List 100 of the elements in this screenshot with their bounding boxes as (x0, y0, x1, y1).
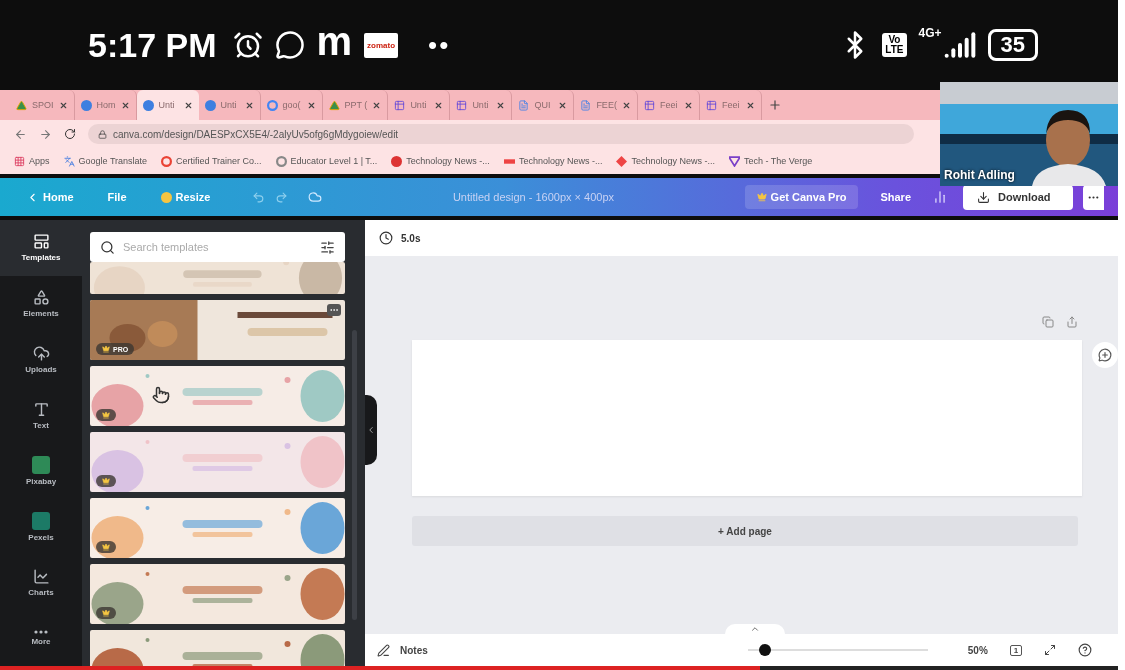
slider-thumb[interactable] (758, 644, 771, 656)
crown-icon (102, 609, 110, 617)
address-bar[interactable]: canva.com/design/DAESPxCX5E4/-2alyUv5ofg6gMdygoiew/edit (88, 124, 914, 144)
page-duration[interactable]: 5.0s (401, 232, 421, 244)
close-icon[interactable] (244, 100, 254, 110)
new-tab-icon[interactable] (767, 98, 782, 112)
bookmark-link[interactable]: Technology News -... (391, 155, 490, 167)
side-nav-item[interactable]: Text (0, 387, 82, 443)
favicon-icon (705, 99, 717, 111)
favicon-icon (16, 99, 27, 111)
crown-icon (102, 345, 110, 353)
more-icon (34, 630, 48, 635)
upload-icon (32, 344, 50, 362)
signal-icon (943, 29, 976, 61)
bookmark-icon (616, 155, 628, 167)
more-notifications: •• (428, 29, 451, 61)
cloud-icon[interactable] (308, 190, 323, 204)
side-nav-item[interactable]: Pexels (0, 498, 82, 555)
forward-icon[interactable] (39, 127, 52, 141)
help-icon[interactable] (1078, 643, 1093, 657)
bookmark-link[interactable]: Apps (14, 155, 50, 167)
close-icon[interactable] (496, 100, 506, 110)
favicon-icon (518, 99, 530, 111)
close-icon[interactable] (621, 100, 631, 110)
volte-icon: Vo LTE (882, 33, 907, 57)
alarm-icon (232, 30, 263, 60)
side-nav-item[interactable]: Charts (0, 554, 82, 611)
get-pro-button[interactable]: Get Canva Pro (744, 185, 859, 209)
add-page-button[interactable]: + Add page (412, 516, 1078, 546)
favicon-icon (328, 99, 340, 111)
side-nav-item[interactable]: Elements (0, 275, 82, 332)
side-nav-item[interactable]: More (0, 610, 82, 666)
hand-cursor-icon (152, 386, 170, 404)
templates-icon (32, 233, 50, 251)
crown-icon (102, 411, 110, 419)
side-nav-item[interactable]: Uploads (0, 331, 82, 388)
share-button[interactable]: Share (868, 187, 923, 207)
close-icon[interactable] (558, 100, 568, 110)
bookmark-link[interactable]: Certified Trainer Co... (161, 155, 262, 167)
more-menu-button[interactable] (327, 304, 341, 316)
close-icon[interactable] (306, 100, 316, 110)
chart-icon[interactable] (933, 190, 947, 204)
close-icon[interactable] (745, 100, 755, 110)
favicon-icon (394, 99, 406, 111)
translate-icon (63, 155, 75, 167)
bookmark-link[interactable]: Technology News -... (503, 155, 603, 167)
download-button[interactable]: Download (963, 184, 1073, 210)
text-icon (32, 400, 50, 418)
bookmark-link[interactable]: Tech - The Verge (728, 155, 813, 167)
page-count[interactable]: 1 (1009, 644, 1023, 656)
network-type: 4G+ (918, 26, 942, 40)
favicon-icon (643, 99, 655, 111)
clock-time: 5:17 PM (88, 25, 217, 65)
pixabay-icon (32, 455, 50, 474)
reload-icon[interactable] (64, 128, 76, 140)
bookmark-icon (275, 155, 287, 167)
bookmark-icon (728, 155, 740, 167)
favicon-icon (142, 99, 154, 111)
search-icon (100, 239, 115, 255)
favicon-icon (266, 99, 278, 111)
notes-button[interactable]: Notes (377, 643, 428, 657)
chevron-left-icon (366, 425, 376, 435)
close-icon[interactable] (372, 100, 382, 110)
comment-button[interactable] (1092, 342, 1118, 368)
bookmark-link[interactable]: Educator Level 1 | T... (275, 155, 378, 167)
close-icon[interactable] (58, 100, 68, 110)
lock-icon (98, 129, 107, 139)
filter-icon[interactable] (320, 239, 335, 255)
search-input[interactable]: Search templates (123, 241, 312, 253)
favicon-icon (204, 99, 216, 111)
favicon-icon (456, 99, 468, 111)
favicon-icon (80, 99, 92, 111)
side-nav-item[interactable]: Templates (0, 220, 82, 276)
close-icon[interactable] (434, 100, 444, 110)
collapse-handle[interactable] (365, 395, 377, 465)
crown-icon (756, 192, 767, 202)
browser-tab[interactable]: Unti (136, 90, 199, 120)
timer-icon (379, 231, 393, 245)
apps-icon (14, 155, 25, 167)
close-icon[interactable] (120, 100, 130, 110)
chat-icon (274, 30, 305, 60)
chevron-up-icon (750, 624, 760, 634)
close-icon[interactable] (683, 100, 693, 110)
shapes-icon (32, 289, 50, 307)
fullscreen-icon[interactable] (1044, 644, 1057, 656)
back-icon[interactable] (14, 127, 27, 141)
app-logo: zomato (364, 32, 399, 58)
favicon-icon (580, 99, 592, 111)
notes-icon (377, 643, 390, 657)
chart-icon (32, 567, 50, 585)
side-nav-item[interactable]: Pixabay (0, 443, 82, 499)
download-icon (977, 190, 990, 204)
battery-level: 35 (987, 29, 1038, 61)
crown-icon (102, 477, 110, 485)
close-icon[interactable] (183, 100, 193, 110)
resize-icon (160, 191, 172, 203)
search-field[interactable]: Search templates (90, 232, 345, 262)
bookmark-link[interactable]: Google Translate (63, 155, 148, 167)
zoom-percent: 50% (967, 644, 988, 656)
bookmark-link[interactable]: Technology News -... (616, 155, 715, 167)
